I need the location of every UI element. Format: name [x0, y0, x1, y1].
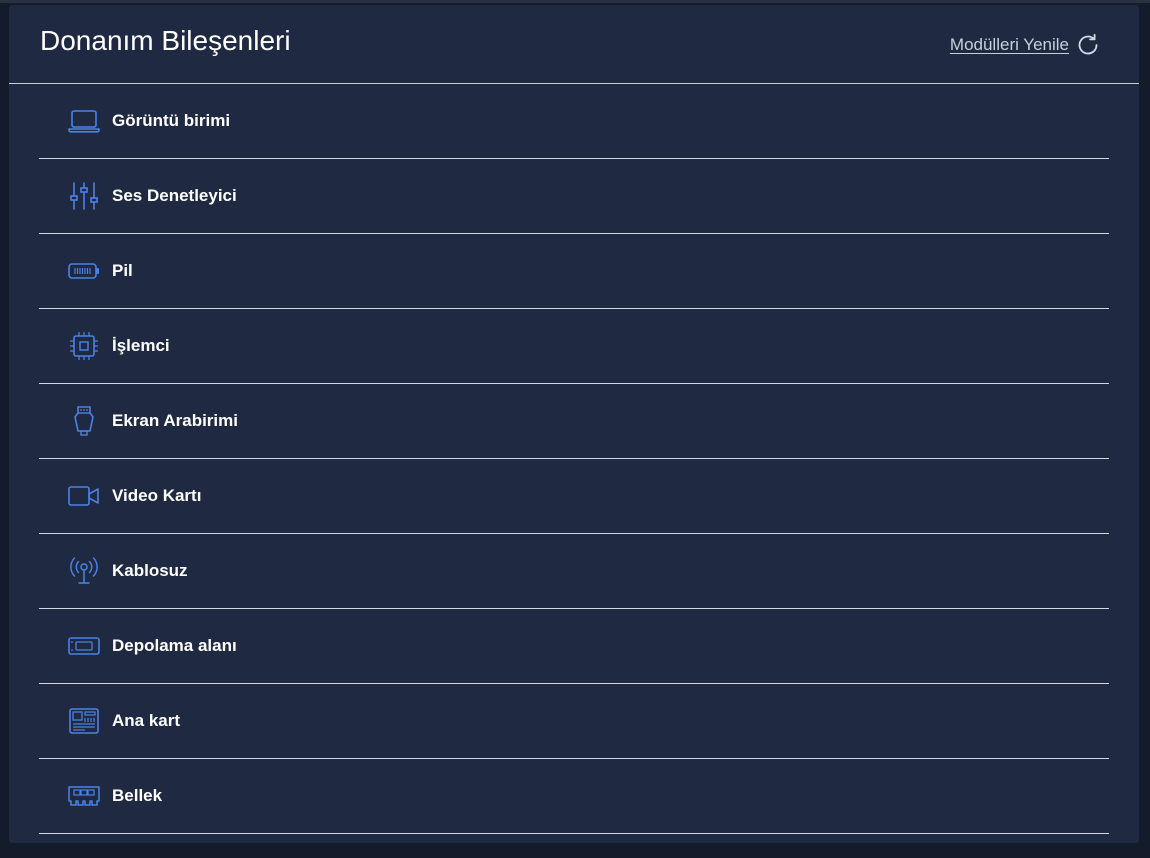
top-edge — [0, 0, 1150, 3]
refresh-modules-label[interactable]: Modülleri Yenile — [950, 35, 1069, 55]
wireless-antenna-icon — [67, 554, 101, 588]
panel-header: Donanım Bileşenleri Modülleri Yenile — [9, 5, 1139, 84]
page-title: Donanım Bileşenleri — [40, 25, 291, 56]
battery-icon — [67, 254, 101, 288]
component-label: Görüntü birimi — [112, 111, 231, 130]
component-item-video-card[interactable]: Video Kartı — [39, 459, 1109, 534]
component-label: Bellek — [112, 786, 163, 805]
component-label: Video Kartı — [112, 486, 202, 505]
hardware-components-panel: Donanım Bileşenleri Modülleri Yenile Gör… — [9, 5, 1139, 843]
refresh-modules-button[interactable]: Modülleri Yenile — [950, 32, 1101, 58]
component-label: Ekran Arabirimi — [112, 411, 238, 430]
component-item-display[interactable]: Görüntü birimi — [39, 84, 1109, 159]
component-label: Ses Denetleyici — [112, 186, 237, 205]
video-camera-icon — [67, 479, 101, 513]
refresh-icon[interactable] — [1075, 32, 1101, 58]
motherboard-icon — [67, 704, 101, 738]
component-item-motherboard[interactable]: Ana kart — [39, 684, 1109, 759]
component-item-battery[interactable]: Pil — [39, 234, 1109, 309]
laptop-icon — [67, 104, 101, 138]
component-label: Depolama alanı — [112, 636, 237, 655]
component-label: İşlemci — [112, 336, 170, 355]
component-item-wireless[interactable]: Kablosuz — [39, 534, 1109, 609]
component-item-storage[interactable]: Depolama alanı — [39, 609, 1109, 684]
component-label: Kablosuz — [112, 561, 188, 580]
component-item-audio-controller[interactable]: Ses Denetleyici — [39, 159, 1109, 234]
component-label: Ana kart — [112, 711, 181, 730]
component-item-memory[interactable]: Bellek — [39, 759, 1109, 834]
component-item-display-interface[interactable]: Ekran Arabirimi — [39, 384, 1109, 459]
component-label: Pil — [112, 261, 133, 280]
component-list: Görüntü birimi Ses Denetleyici Pil İşlem… — [39, 84, 1109, 834]
cpu-icon — [67, 329, 101, 363]
sliders-icon — [67, 179, 101, 213]
memory-icon — [67, 779, 101, 813]
component-item-processor[interactable]: İşlemci — [39, 309, 1109, 384]
storage-drive-icon — [67, 629, 101, 663]
display-connector-icon — [67, 404, 101, 438]
